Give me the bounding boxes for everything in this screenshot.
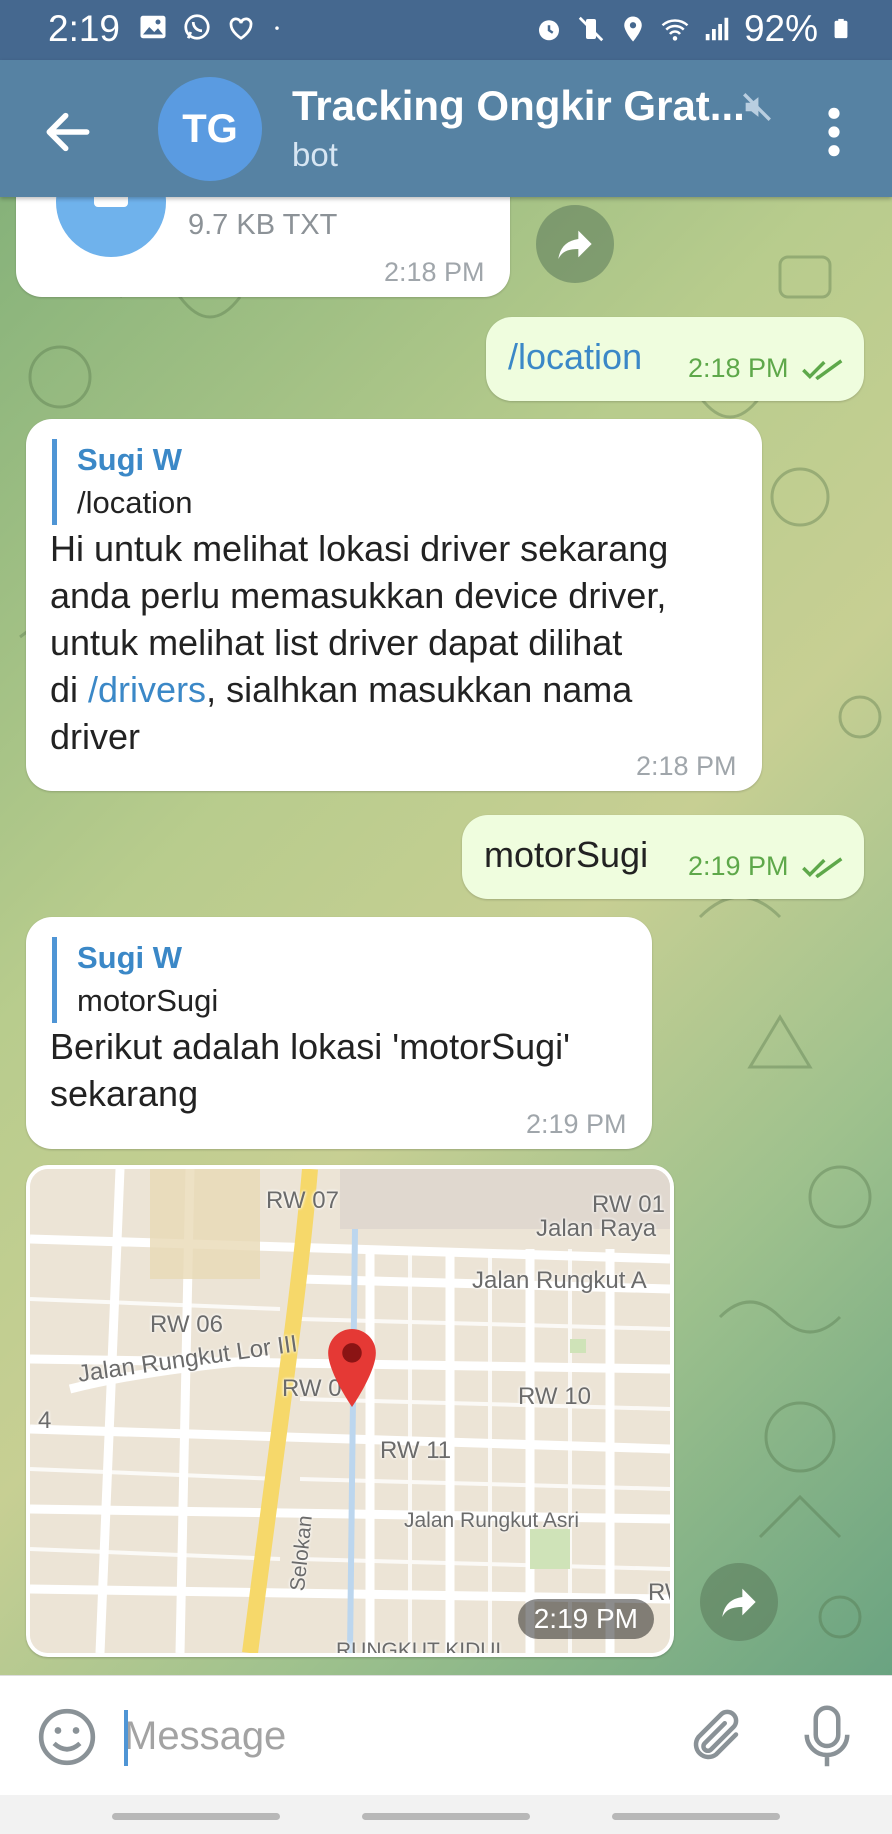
file-meta: 9.7 KB TXT xyxy=(188,209,338,241)
outgoing-message-bubble[interactable]: motorSugi 2:19 PM xyxy=(462,815,864,899)
map-label: Jalan Rungkut A xyxy=(472,1267,647,1294)
message-time: 2:18 PM xyxy=(384,257,485,287)
chat-header: TG Tracking Ongkir Grat... bot xyxy=(0,60,892,197)
message-line: Berikut adalah lokasi 'motorSugi' xyxy=(50,1026,571,1067)
message-time: 2:19 PM xyxy=(526,1109,627,1139)
nav-back-button[interactable] xyxy=(612,1813,780,1820)
text-caret xyxy=(124,1710,128,1766)
map-label: RW 10 xyxy=(518,1383,591,1410)
message-text: motorSugi xyxy=(484,834,649,875)
wifi-icon xyxy=(661,19,689,41)
message-text-part: , sialhkan masukkan nama xyxy=(206,669,633,710)
reply-text: motorSugi xyxy=(77,983,219,1018)
battery-icon xyxy=(834,18,848,39)
map-label: RW 06 xyxy=(150,1311,223,1338)
system-icons: 92% xyxy=(534,8,852,50)
message-input[interactable] xyxy=(124,1700,664,1772)
dot-icon xyxy=(275,26,279,30)
incoming-message-bubble[interactable]: Sugi W motorSugi Berikut adalah lokasi '… xyxy=(26,917,652,1149)
message-time: 2:19 PM xyxy=(517,1599,654,1639)
map-label: RW xyxy=(648,1579,670,1606)
muted-speaker-icon xyxy=(743,93,771,121)
battery-percentage: 92% xyxy=(743,8,818,49)
message-line: Hi untuk melihat lokasi driver sekarang xyxy=(50,528,669,569)
location-message-bubble[interactable]: RW 07 RW 01 Jalan Raya Jalan Rungkut A R… xyxy=(26,1165,674,1657)
emoji-icon[interactable] xyxy=(36,1706,98,1768)
reply-quote[interactable]: Sugi W /location xyxy=(52,439,192,525)
message-time: 2:19 PM xyxy=(688,851,844,882)
notification-icons xyxy=(138,12,284,42)
signal-icon xyxy=(705,17,729,41)
reply-author: Sugi W xyxy=(77,940,183,975)
map-label: RW 07 xyxy=(266,1187,339,1214)
message-text-part: di xyxy=(50,669,89,710)
system-nav-bar xyxy=(0,1795,892,1834)
forward-button[interactable] xyxy=(700,1563,778,1641)
file-message-bubble[interactable]: 9.7 KB TXT 2:18 PM xyxy=(16,197,510,297)
map-label: Jalan Raya xyxy=(536,1215,657,1242)
whatsapp-icon xyxy=(184,14,210,40)
map-label: 4 xyxy=(38,1407,52,1434)
double-check-icon xyxy=(802,857,843,878)
alarm-icon xyxy=(538,20,559,41)
message-line: di /drivers, sialhkan masukkan nama xyxy=(50,666,750,713)
reply-text: /location xyxy=(77,485,193,520)
map-label: RUNGKUT KIDUL xyxy=(336,1639,508,1653)
microphone-icon[interactable] xyxy=(800,1702,854,1772)
incoming-message-bubble[interactable]: Sugi W /location Hi untuk melihat lokasi… xyxy=(26,419,762,791)
message-line: untuk melihat list driver dapat dilihat xyxy=(50,622,623,663)
file-icon[interactable] xyxy=(56,197,166,257)
gallery-icon xyxy=(140,15,166,39)
vibrate-mute-icon xyxy=(578,16,604,42)
status-bar: 2:19 92% xyxy=(0,0,892,60)
map-pin-icon xyxy=(328,1329,376,1407)
message-text: Hi untuk melihat lokasi driver sekarang … xyxy=(50,525,750,760)
message-time: 2:18 PM xyxy=(688,353,844,384)
message-time: 2:18 PM xyxy=(636,751,737,781)
attach-icon[interactable] xyxy=(686,1704,746,1770)
status-time: 2:19 xyxy=(48,8,121,49)
location-icon xyxy=(624,16,642,42)
double-check-icon xyxy=(802,359,843,380)
nav-recents-button[interactable] xyxy=(112,1813,280,1820)
location-map[interactable]: RW 07 RW 01 Jalan Raya Jalan Rungkut A R… xyxy=(30,1169,670,1653)
avatar[interactable]: TG xyxy=(158,77,262,181)
message-text[interactable]: /location xyxy=(508,333,642,380)
nav-home-button[interactable] xyxy=(362,1813,530,1820)
reply-quote[interactable]: Sugi W motorSugi xyxy=(52,937,218,1023)
back-arrow-icon[interactable] xyxy=(40,104,96,160)
forward-icon xyxy=(558,230,592,259)
forward-icon xyxy=(722,1588,756,1617)
chat-title[interactable]: Tracking Ongkir Grat... xyxy=(292,82,745,130)
forward-button[interactable] xyxy=(536,205,614,283)
more-vert-icon[interactable] xyxy=(814,104,854,160)
message-time-text: 2:18 PM xyxy=(688,353,789,383)
message-time-text: 2:19 PM xyxy=(688,851,789,881)
message-text: Berikut adalah lokasi 'motorSugi' sekara… xyxy=(50,1023,640,1117)
drivers-command-link[interactable]: /drivers xyxy=(88,669,206,710)
map-label: Jalan Rungkut Asri xyxy=(404,1509,580,1532)
app-heart-icon xyxy=(229,17,253,40)
chat-messages[interactable]: 9.7 KB TXT 2:18 PM /location 2:18 PM Sug… xyxy=(0,197,892,1675)
message-line: anda perlu memasukkan device driver, xyxy=(50,575,667,616)
message-composer xyxy=(0,1675,892,1795)
map-label: RW 11 xyxy=(380,1437,452,1464)
reply-author: Sugi W xyxy=(77,442,183,477)
outgoing-message-bubble[interactable]: /location 2:18 PM xyxy=(486,317,864,401)
chat-subtitle: bot xyxy=(292,136,338,173)
